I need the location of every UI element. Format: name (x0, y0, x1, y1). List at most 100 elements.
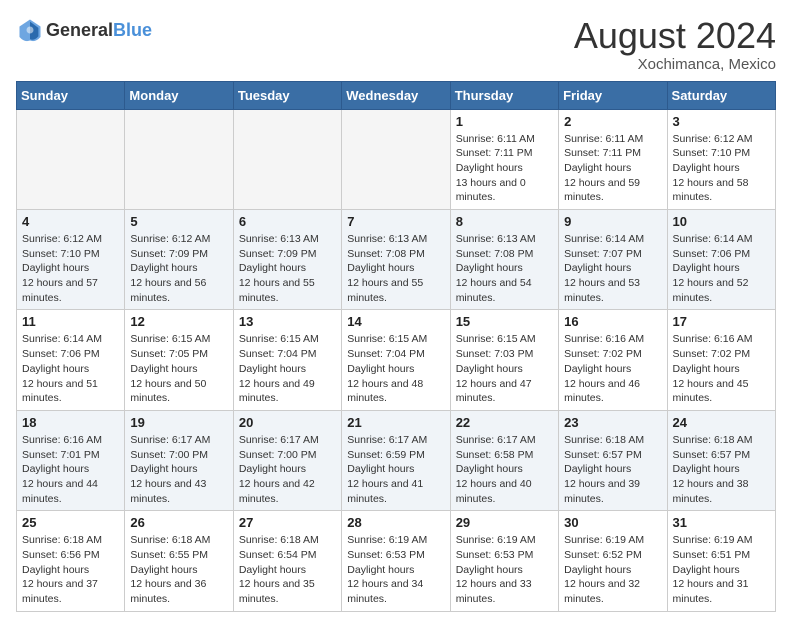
calendar-week-row: 11 Sunrise: 6:14 AM Sunset: 7:06 PM Dayl… (17, 310, 776, 410)
day-info: Sunrise: 6:11 AM Sunset: 7:11 PM Dayligh… (564, 132, 661, 205)
calendar-day-cell: 4 Sunrise: 6:12 AM Sunset: 7:10 PM Dayli… (17, 210, 125, 310)
calendar-day-cell (342, 109, 450, 209)
day-number: 12 (130, 314, 227, 329)
calendar-day-cell (17, 109, 125, 209)
weekday-header-tuesday: Tuesday (233, 81, 341, 109)
calendar-day-cell: 15 Sunrise: 6:15 AM Sunset: 7:03 PM Dayl… (450, 310, 558, 410)
day-info: Sunrise: 6:19 AM Sunset: 6:53 PM Dayligh… (347, 533, 444, 606)
weekday-header-thursday: Thursday (450, 81, 558, 109)
calendar-day-cell: 17 Sunrise: 6:16 AM Sunset: 7:02 PM Dayl… (667, 310, 775, 410)
day-info: Sunrise: 6:13 AM Sunset: 7:09 PM Dayligh… (239, 232, 336, 305)
calendar-day-cell: 16 Sunrise: 6:16 AM Sunset: 7:02 PM Dayl… (559, 310, 667, 410)
calendar-day-cell: 10 Sunrise: 6:14 AM Sunset: 7:06 PM Dayl… (667, 210, 775, 310)
calendar-day-cell: 7 Sunrise: 6:13 AM Sunset: 7:08 PM Dayli… (342, 210, 450, 310)
calendar-table: SundayMondayTuesdayWednesdayThursdayFrid… (16, 81, 776, 612)
day-info: Sunrise: 6:19 AM Sunset: 6:52 PM Dayligh… (564, 533, 661, 606)
day-info: Sunrise: 6:18 AM Sunset: 6:56 PM Dayligh… (22, 533, 119, 606)
logo-general: General (46, 20, 113, 40)
day-info: Sunrise: 6:15 AM Sunset: 7:05 PM Dayligh… (130, 332, 227, 405)
calendar-day-cell: 11 Sunrise: 6:14 AM Sunset: 7:06 PM Dayl… (17, 310, 125, 410)
calendar-day-cell: 14 Sunrise: 6:15 AM Sunset: 7:04 PM Dayl… (342, 310, 450, 410)
calendar-day-cell: 26 Sunrise: 6:18 AM Sunset: 6:55 PM Dayl… (125, 511, 233, 611)
weekday-header-wednesday: Wednesday (342, 81, 450, 109)
calendar-day-cell: 8 Sunrise: 6:13 AM Sunset: 7:08 PM Dayli… (450, 210, 558, 310)
day-number: 21 (347, 415, 444, 430)
day-info: Sunrise: 6:19 AM Sunset: 6:53 PM Dayligh… (456, 533, 553, 606)
day-info: Sunrise: 6:15 AM Sunset: 7:03 PM Dayligh… (456, 332, 553, 405)
calendar-week-row: 25 Sunrise: 6:18 AM Sunset: 6:56 PM Dayl… (17, 511, 776, 611)
logo-text: GeneralBlue (46, 20, 152, 41)
day-info: Sunrise: 6:17 AM Sunset: 7:00 PM Dayligh… (239, 433, 336, 506)
weekday-header-friday: Friday (559, 81, 667, 109)
calendar-day-cell: 31 Sunrise: 6:19 AM Sunset: 6:51 PM Dayl… (667, 511, 775, 611)
day-number: 19 (130, 415, 227, 430)
calendar-day-cell (125, 109, 233, 209)
day-info: Sunrise: 6:12 AM Sunset: 7:10 PM Dayligh… (673, 132, 770, 205)
calendar-day-cell: 6 Sunrise: 6:13 AM Sunset: 7:09 PM Dayli… (233, 210, 341, 310)
location-subtitle: Xochimanca, Mexico (574, 56, 776, 73)
day-number: 8 (456, 214, 553, 229)
day-number: 9 (564, 214, 661, 229)
day-number: 23 (564, 415, 661, 430)
day-number: 24 (673, 415, 770, 430)
day-number: 29 (456, 515, 553, 530)
weekday-header-sunday: Sunday (17, 81, 125, 109)
day-info: Sunrise: 6:13 AM Sunset: 7:08 PM Dayligh… (347, 232, 444, 305)
day-number: 22 (456, 415, 553, 430)
day-info: Sunrise: 6:14 AM Sunset: 7:06 PM Dayligh… (673, 232, 770, 305)
day-number: 5 (130, 214, 227, 229)
calendar-day-cell: 2 Sunrise: 6:11 AM Sunset: 7:11 PM Dayli… (559, 109, 667, 209)
day-info: Sunrise: 6:18 AM Sunset: 6:57 PM Dayligh… (673, 433, 770, 506)
day-info: Sunrise: 6:17 AM Sunset: 6:58 PM Dayligh… (456, 433, 553, 506)
day-info: Sunrise: 6:15 AM Sunset: 7:04 PM Dayligh… (239, 332, 336, 405)
day-number: 14 (347, 314, 444, 329)
day-number: 25 (22, 515, 119, 530)
day-number: 3 (673, 114, 770, 129)
month-year-title: August 2024 (574, 16, 776, 56)
calendar-day-cell: 5 Sunrise: 6:12 AM Sunset: 7:09 PM Dayli… (125, 210, 233, 310)
day-number: 26 (130, 515, 227, 530)
day-number: 16 (564, 314, 661, 329)
day-number: 20 (239, 415, 336, 430)
calendar-day-cell: 20 Sunrise: 6:17 AM Sunset: 7:00 PM Dayl… (233, 410, 341, 510)
day-info: Sunrise: 6:11 AM Sunset: 7:11 PM Dayligh… (456, 132, 553, 205)
day-info: Sunrise: 6:15 AM Sunset: 7:04 PM Dayligh… (347, 332, 444, 405)
calendar-day-cell: 29 Sunrise: 6:19 AM Sunset: 6:53 PM Dayl… (450, 511, 558, 611)
day-number: 13 (239, 314, 336, 329)
calendar-header-row: SundayMondayTuesdayWednesdayThursdayFrid… (17, 81, 776, 109)
calendar-day-cell: 30 Sunrise: 6:19 AM Sunset: 6:52 PM Dayl… (559, 511, 667, 611)
calendar-day-cell: 25 Sunrise: 6:18 AM Sunset: 6:56 PM Dayl… (17, 511, 125, 611)
calendar-week-row: 4 Sunrise: 6:12 AM Sunset: 7:10 PM Dayli… (17, 210, 776, 310)
day-info: Sunrise: 6:14 AM Sunset: 7:06 PM Dayligh… (22, 332, 119, 405)
day-info: Sunrise: 6:12 AM Sunset: 7:10 PM Dayligh… (22, 232, 119, 305)
logo-blue: Blue (113, 20, 152, 40)
calendar-day-cell: 1 Sunrise: 6:11 AM Sunset: 7:11 PM Dayli… (450, 109, 558, 209)
calendar-day-cell: 23 Sunrise: 6:18 AM Sunset: 6:57 PM Dayl… (559, 410, 667, 510)
calendar-day-cell: 18 Sunrise: 6:16 AM Sunset: 7:01 PM Dayl… (17, 410, 125, 510)
logo-icon (16, 16, 44, 44)
calendar-day-cell: 19 Sunrise: 6:17 AM Sunset: 7:00 PM Dayl… (125, 410, 233, 510)
day-info: Sunrise: 6:14 AM Sunset: 7:07 PM Dayligh… (564, 232, 661, 305)
day-number: 4 (22, 214, 119, 229)
title-block: August 2024 Xochimanca, Mexico (574, 16, 776, 73)
day-info: Sunrise: 6:13 AM Sunset: 7:08 PM Dayligh… (456, 232, 553, 305)
day-info: Sunrise: 6:16 AM Sunset: 7:02 PM Dayligh… (673, 332, 770, 405)
day-number: 18 (22, 415, 119, 430)
day-number: 10 (673, 214, 770, 229)
day-number: 17 (673, 314, 770, 329)
day-info: Sunrise: 6:18 AM Sunset: 6:54 PM Dayligh… (239, 533, 336, 606)
day-number: 11 (22, 314, 119, 329)
calendar-week-row: 1 Sunrise: 6:11 AM Sunset: 7:11 PM Dayli… (17, 109, 776, 209)
calendar-day-cell: 3 Sunrise: 6:12 AM Sunset: 7:10 PM Dayli… (667, 109, 775, 209)
day-info: Sunrise: 6:17 AM Sunset: 7:00 PM Dayligh… (130, 433, 227, 506)
day-number: 1 (456, 114, 553, 129)
day-info: Sunrise: 6:12 AM Sunset: 7:09 PM Dayligh… (130, 232, 227, 305)
day-number: 31 (673, 515, 770, 530)
day-number: 2 (564, 114, 661, 129)
calendar-day-cell: 22 Sunrise: 6:17 AM Sunset: 6:58 PM Dayl… (450, 410, 558, 510)
calendar-day-cell: 21 Sunrise: 6:17 AM Sunset: 6:59 PM Dayl… (342, 410, 450, 510)
day-info: Sunrise: 6:16 AM Sunset: 7:02 PM Dayligh… (564, 332, 661, 405)
day-number: 6 (239, 214, 336, 229)
logo: GeneralBlue (16, 16, 152, 44)
day-info: Sunrise: 6:17 AM Sunset: 6:59 PM Dayligh… (347, 433, 444, 506)
